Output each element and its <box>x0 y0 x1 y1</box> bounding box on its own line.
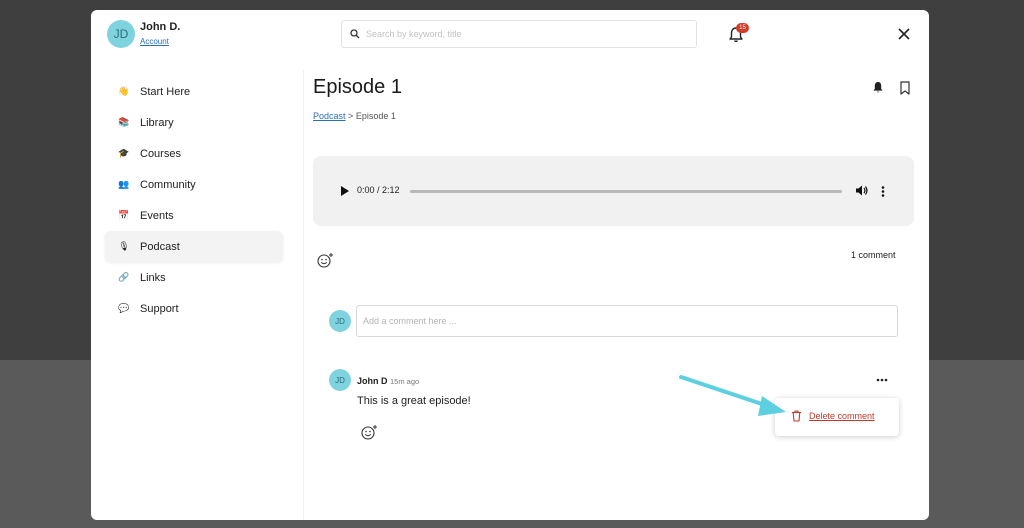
comment-text: This is a great episode! <box>357 395 471 407</box>
account-link[interactable]: Account <box>140 37 169 46</box>
sidebar-item-links[interactable]: 🔗 Links <box>105 262 283 293</box>
sidebar-item-events[interactable]: 📅 Events <box>105 200 283 231</box>
add-reaction-icon[interactable] <box>317 252 334 268</box>
sidebar-item-courses[interactable]: 🎓 Courses <box>105 138 283 169</box>
link-icon: 🔗 <box>118 272 130 282</box>
player-more-options-icon[interactable] <box>881 186 885 197</box>
breadcrumb-podcast-link[interactable]: Podcast <box>313 111 346 121</box>
sidebar-item-label: Support <box>140 302 179 315</box>
comment-more-options-icon[interactable] <box>876 378 888 382</box>
user-avatar[interactable]: JD <box>107 20 135 48</box>
trash-icon <box>792 410 801 422</box>
breadcrumb-current: Episode 1 <box>355 111 396 121</box>
breadcrumb-separator: > <box>348 111 354 121</box>
notification-count-badge: 15 <box>736 23 749 33</box>
play-icon[interactable] <box>341 186 349 196</box>
calendar-icon: 📅 <box>118 210 130 220</box>
search-input[interactable] <box>366 29 666 39</box>
sidebar-item-label: Courses <box>140 147 181 160</box>
sidebar-item-support[interactable]: 💬 Support <box>105 293 283 324</box>
sidebar-divider <box>303 70 304 520</box>
comment-context-menu: Delete comment <box>775 398 899 436</box>
sidebar-item-label: Community <box>140 178 196 191</box>
user-name: John D. <box>140 21 181 33</box>
sidebar-item-community[interactable]: 👥 Community <box>105 169 283 200</box>
sidebar-item-library[interactable]: 📚 Library <box>105 107 283 138</box>
volume-icon[interactable] <box>856 185 868 196</box>
graduation-cap-icon: 🎓 <box>118 148 130 158</box>
comment-input[interactable] <box>356 305 898 337</box>
delete-comment-menu-item[interactable]: Delete comment <box>791 410 875 422</box>
comment-author-avatar[interactable]: JD <box>329 369 351 391</box>
playback-time: 0:00 / 2:12 <box>357 185 400 195</box>
sidebar-item-label: Events <box>140 209 174 222</box>
comment-author[interactable]: John D <box>357 376 388 386</box>
microphone-icon: 🎙 <box>118 241 130 251</box>
sidebar-item-label: Podcast <box>140 240 180 253</box>
speech-bubble-icon: 💬 <box>118 303 130 313</box>
search-icon <box>350 29 360 39</box>
people-icon: 👥 <box>118 179 130 189</box>
sidebar-item-label: Library <box>140 116 174 129</box>
breadcrumb: Podcast > Episode 1 <box>313 111 396 121</box>
sidebar-item-start-here[interactable]: 👋 Start Here <box>105 76 283 107</box>
modal-window: JD John D. Account 15 👋 Start Here 📚 Lib… <box>91 10 929 520</box>
waving-hand-icon: 👋 <box>118 86 130 96</box>
page-title: Episode 1 <box>313 76 402 98</box>
bookmark-icon[interactable] <box>899 81 911 95</box>
sidebar-item-label: Links <box>140 271 166 284</box>
progress-track[interactable] <box>410 190 842 193</box>
search-bar[interactable] <box>341 20 697 48</box>
sidebar-item-label: Start Here <box>140 85 191 98</box>
close-icon[interactable] <box>897 27 911 41</box>
sidebar-nav: 👋 Start Here 📚 Library 🎓 Courses 👥 Commu… <box>105 76 283 324</box>
delete-comment-label: Delete comment <box>809 411 875 421</box>
subscribe-bell-icon[interactable] <box>872 81 884 94</box>
comment-count: 1 comment <box>851 250 896 260</box>
audio-player: 0:00 / 2:12 <box>313 156 914 226</box>
sidebar-item-podcast[interactable]: 🎙 Podcast <box>105 231 283 262</box>
comment-timestamp: 15m ago <box>390 377 420 386</box>
comment-reaction-icon[interactable] <box>361 424 378 440</box>
books-icon: 📚 <box>118 117 130 127</box>
comment-input-avatar: JD <box>329 310 351 332</box>
